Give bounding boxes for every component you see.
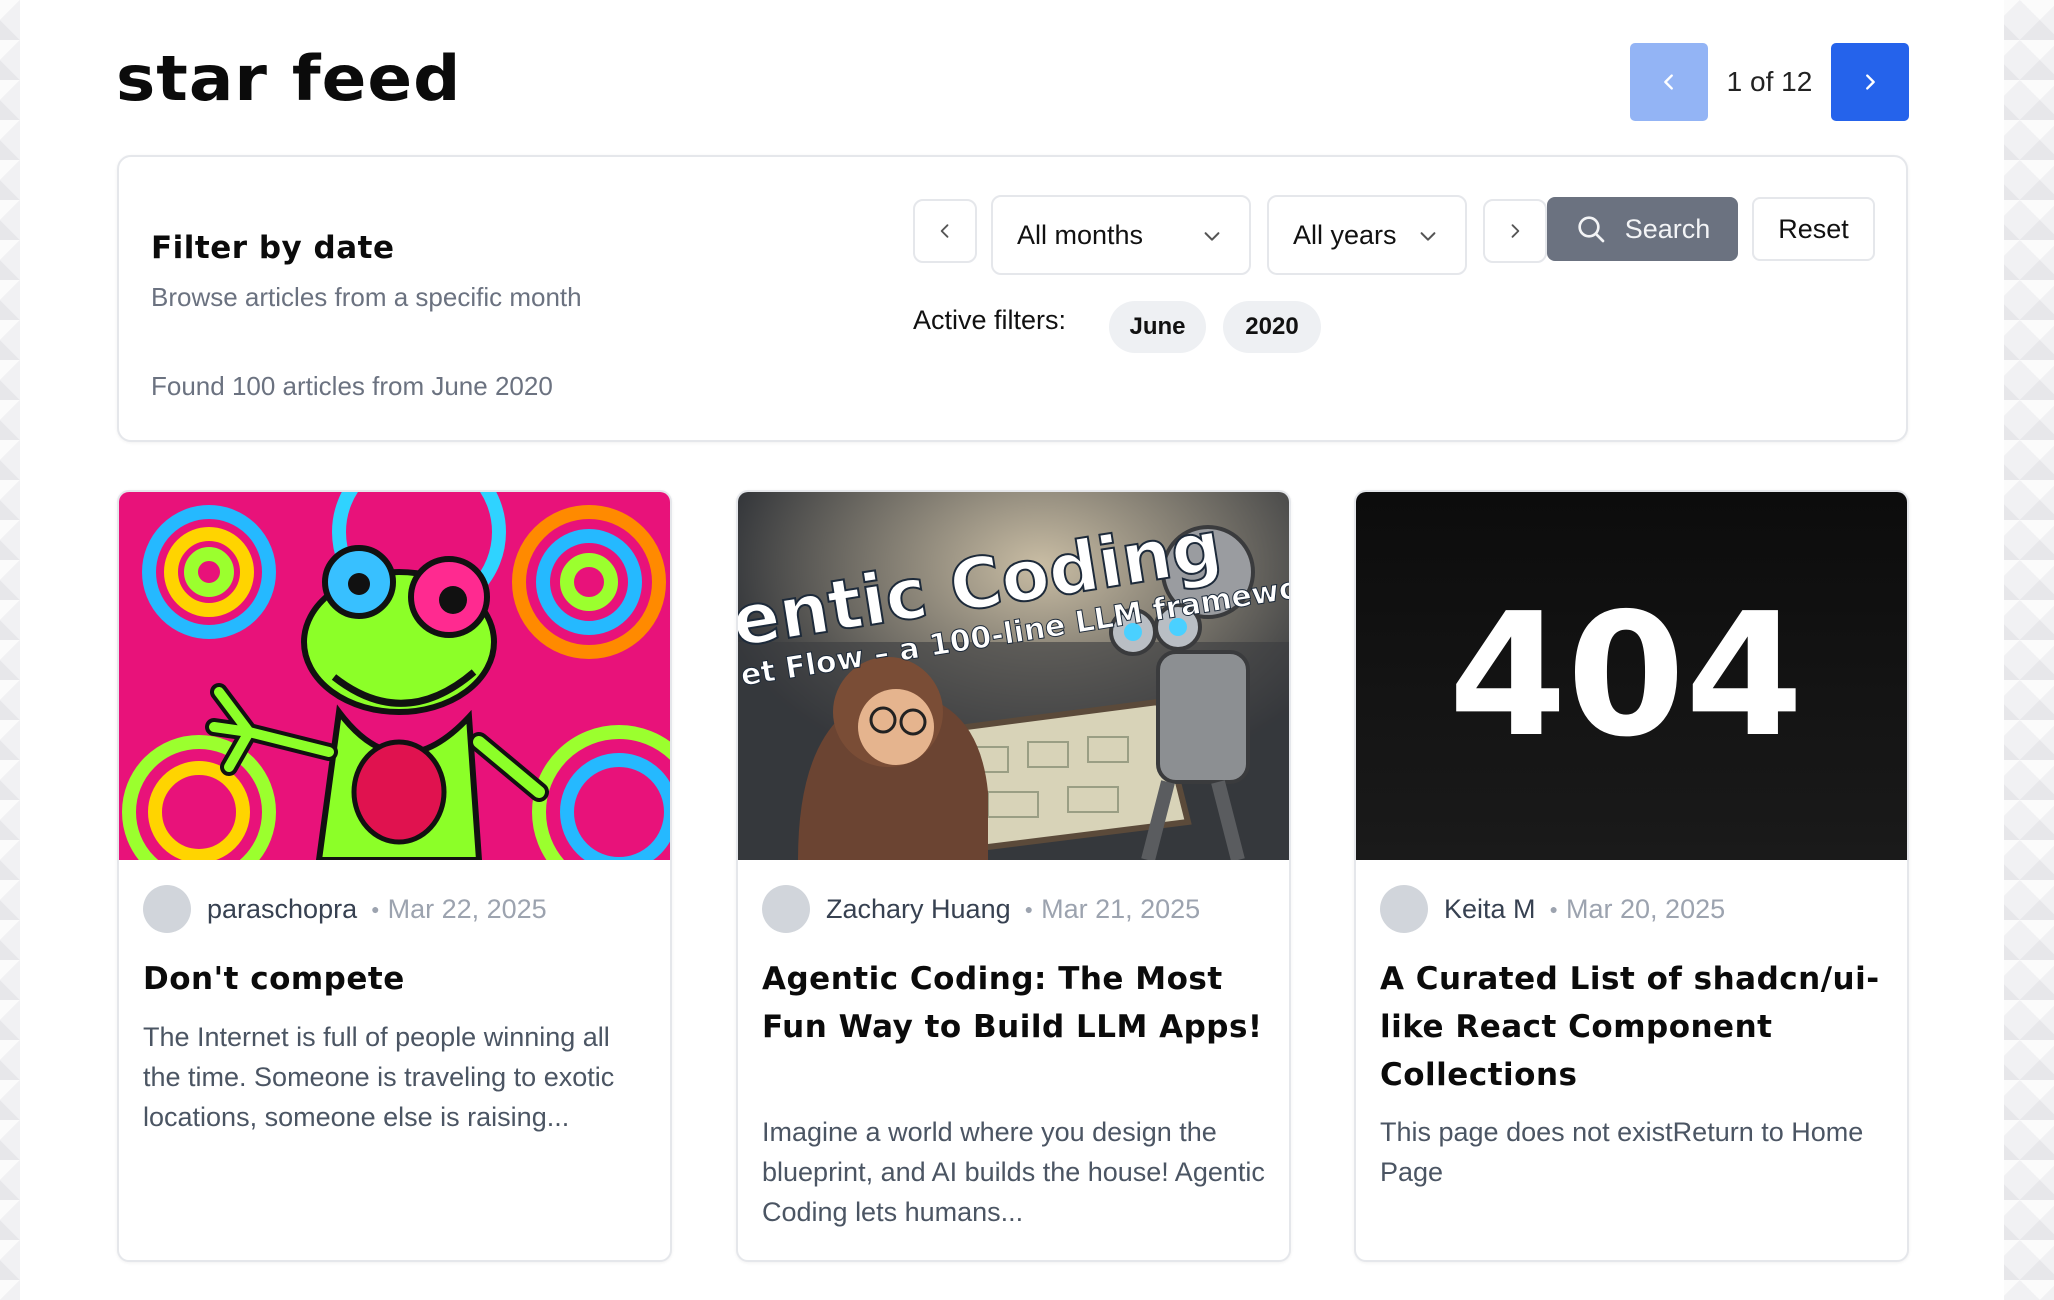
- psychedelic-frog-illustration: [119, 492, 670, 860]
- chevron-down-icon: [1420, 232, 1436, 241]
- previous-page-button[interactable]: [1630, 43, 1708, 121]
- results-count: Found 100 articles from June 2020: [151, 371, 553, 401]
- publish-date: Mar 22, 2025: [387, 893, 547, 924]
- 404-placeholder: 404: [1356, 492, 1907, 860]
- separator-dot: ●: [1549, 901, 1559, 917]
- article-meta: Zachary Huang ● Mar 21, 2025: [762, 885, 1200, 933]
- image-404-text: 404: [1449, 577, 1804, 775]
- author-name[interactable]: paraschopra: [207, 894, 357, 925]
- article-excerpt: Imagine a world where you design the blu…: [762, 1117, 1265, 1227]
- article-meta: Keita M ● Mar 20, 2025: [1380, 885, 1725, 933]
- pagination: 1 of 12: [1630, 43, 1909, 121]
- filter-chip-month[interactable]: June: [1109, 301, 1206, 353]
- avatar[interactable]: [762, 885, 810, 933]
- article-title[interactable]: A Curated List of shadcn/ui-like React C…: [1380, 955, 1890, 1099]
- search-button[interactable]: Search: [1547, 197, 1738, 261]
- filter-chip-year[interactable]: 2020: [1223, 301, 1321, 353]
- year-select-value: All years: [1293, 219, 1397, 250]
- month-select[interactable]: All months: [991, 195, 1251, 275]
- article-meta: paraschopra ● Mar 22, 2025: [143, 885, 547, 933]
- page: star feed 1 of 12 Filter by date Browse …: [20, 0, 2004, 1300]
- chevron-right-icon: [1866, 74, 1875, 90]
- article-title[interactable]: Agentic Coding: The Most Fun Way to Buil…: [762, 955, 1272, 1051]
- chevron-right-icon: [1511, 224, 1520, 238]
- article-title[interactable]: Don't compete: [143, 955, 653, 1003]
- filter-panel: Filter by date Browse articles from a sp…: [117, 155, 1908, 442]
- article-card[interactable]: 404 Keita M ● Mar 20, 2025 A Curated Lis…: [1354, 490, 1909, 1262]
- chevron-down-icon: [1204, 232, 1220, 241]
- search-button-label: Search: [1624, 213, 1711, 244]
- article-thumbnail[interactable]: 404: [1356, 492, 1907, 860]
- article-thumbnail[interactable]: entic Coding et Flow – a 100-line LLM fr…: [738, 492, 1289, 860]
- filter-subtitle: Browse articles from a specific month: [151, 282, 582, 312]
- author-name[interactable]: Keita M: [1444, 894, 1536, 925]
- page-title: star feed: [116, 41, 462, 116]
- month-select-value: All months: [1017, 219, 1144, 250]
- chevron-left-icon: [1664, 74, 1673, 90]
- previous-month-button[interactable]: [913, 199, 977, 263]
- author-name[interactable]: Zachary Huang: [826, 894, 1011, 925]
- search-icon: [1578, 216, 1605, 243]
- next-page-button[interactable]: [1831, 43, 1909, 121]
- article-card[interactable]: paraschopra ● Mar 22, 2025 Don't compete…: [117, 490, 672, 1262]
- publish-date: Mar 20, 2025: [1566, 893, 1726, 924]
- article-excerpt: This page does not existReturn to Home P…: [1380, 1117, 1864, 1187]
- page-indicator: 1 of 12: [1726, 66, 1813, 97]
- reset-button[interactable]: Reset: [1752, 197, 1875, 261]
- separator-dot: ●: [1024, 901, 1034, 917]
- filter-title: Filter by date: [151, 230, 395, 266]
- avatar[interactable]: [1380, 885, 1428, 933]
- article-thumbnail[interactable]: [119, 492, 670, 860]
- next-month-button[interactable]: [1483, 199, 1547, 263]
- agentic-coding-illustration: entic Coding et Flow – a 100-line LLM fr…: [738, 492, 1289, 860]
- separator-dot: ●: [371, 901, 380, 917]
- article-excerpt: The Internet is full of people winning a…: [143, 1022, 615, 1132]
- avatar[interactable]: [143, 885, 191, 933]
- year-select[interactable]: All years: [1267, 195, 1467, 275]
- active-filters-label: Active filters:: [913, 305, 1067, 335]
- publish-date: Mar 21, 2025: [1041, 893, 1201, 924]
- article-card[interactable]: entic Coding et Flow – a 100-line LLM fr…: [736, 490, 1291, 1262]
- chevron-left-icon: [940, 224, 949, 238]
